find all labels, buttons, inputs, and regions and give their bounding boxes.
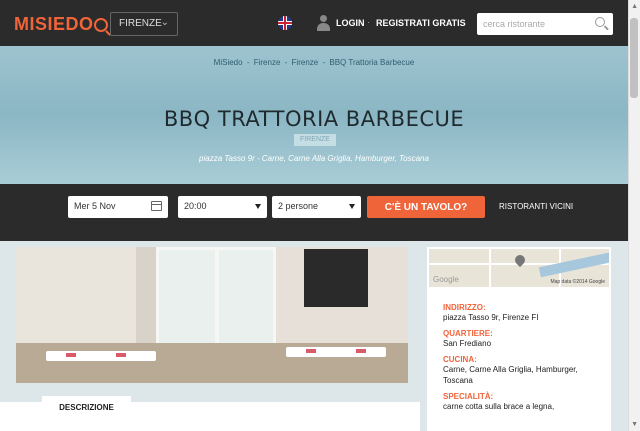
district-value: San Frediano xyxy=(443,339,492,348)
breadcrumb: MiSiedo - Firenze - Firenze - BBQ Tratto… xyxy=(213,58,415,67)
city-selector-label: FIRENZE xyxy=(119,18,162,29)
people-value: 2 persone xyxy=(278,201,319,211)
restaurant-details: INDIRIZZO: piazza Tasso 9r, Firenze FI Q… xyxy=(443,303,603,418)
main-content: Google Map data ©2014 Google INDIRIZZO: … xyxy=(0,241,628,431)
breadcrumb-item[interactable]: Firenze xyxy=(254,58,281,67)
city-badge: FIRENZE xyxy=(294,134,336,146)
address-value: piazza Tasso 9r, Firenze FI xyxy=(443,313,539,322)
nearby-restaurants-link[interactable]: RISTORANTI VICINI xyxy=(499,202,573,211)
chevron-down-icon: ⌄ xyxy=(160,17,169,28)
register-link[interactable]: REGISTRATI GRATIS xyxy=(376,18,466,28)
breadcrumb-item: BBQ Trattoria Barbecue xyxy=(329,58,415,67)
scroll-up-icon[interactable]: ▲ xyxy=(631,3,638,10)
address-label: INDIRIZZO: xyxy=(443,303,486,312)
map-copyright: Map data ©2014 Google xyxy=(550,279,605,285)
cuisine-value: Carne, Carne Alla Griglia, Hamburger, To… xyxy=(443,365,578,385)
dropdown-arrow-icon xyxy=(349,204,355,209)
date-picker[interactable]: Mer 5 Nov xyxy=(68,196,168,218)
info-card: Google Map data ©2014 Google INDIRIZZO: … xyxy=(427,247,611,431)
restaurant-hero: MiSiedo - Firenze - Firenze - BBQ Tratto… xyxy=(0,46,628,184)
scrollbar-thumb[interactable] xyxy=(630,18,638,98)
district-label: QUARTIERE: xyxy=(443,329,493,338)
restaurant-address: piazza Tasso 9r - Carne, Carne Alla Grig… xyxy=(199,154,429,163)
city-selector[interactable]: FIRENZE ⌄ xyxy=(110,12,178,36)
tab-description[interactable]: DESCRIZIONE xyxy=(42,396,131,431)
logo-magnifier-icon xyxy=(93,18,108,32)
map-brand: Google xyxy=(433,275,459,284)
dropdown-arrow-icon xyxy=(255,204,261,209)
restaurant-title: BBQ TRATTORIA BARBECUE xyxy=(163,107,465,131)
breadcrumb-item[interactable]: MiSiedo xyxy=(214,58,243,67)
user-icon xyxy=(316,15,330,31)
booking-bar: Mer 5 Nov 20:00 2 persone C'È UN TAVOLO?… xyxy=(0,184,628,241)
find-table-button[interactable]: C'È UN TAVOLO? xyxy=(367,196,485,218)
calendar-icon[interactable] xyxy=(151,201,162,211)
login-link[interactable]: LOGIN xyxy=(336,18,365,28)
logo-text: MISIEDO xyxy=(14,14,94,34)
scroll-down-icon[interactable]: ▼ xyxy=(631,421,638,428)
uk-flag-icon[interactable] xyxy=(278,16,292,30)
breadcrumb-item[interactable]: Firenze xyxy=(292,58,319,67)
restaurant-photo[interactable] xyxy=(16,247,408,383)
time-select[interactable]: 20:00 xyxy=(178,196,267,218)
cuisine-label: CUCINA: xyxy=(443,355,477,364)
location-map[interactable]: Google Map data ©2014 Google xyxy=(429,249,609,287)
time-value: 20:00 xyxy=(184,201,207,211)
logo[interactable]: MISIEDO xyxy=(14,14,108,35)
top-navbar: MISIEDO FIRENZE ⌄ LOGIN · REGISTRATI GRA… xyxy=(0,0,628,46)
search-icon[interactable] xyxy=(595,17,605,27)
page-scrollbar[interactable]: ▲ ▼ xyxy=(628,0,640,431)
people-select[interactable]: 2 persone xyxy=(272,196,361,218)
specialty-value: carne cotta sulla brace a legna, xyxy=(443,402,555,411)
search-input[interactable] xyxy=(477,13,613,35)
date-value: Mer 5 Nov xyxy=(74,201,116,211)
specialty-label: SPECIALITÀ: xyxy=(443,392,494,401)
nav-separator: · xyxy=(367,17,370,27)
